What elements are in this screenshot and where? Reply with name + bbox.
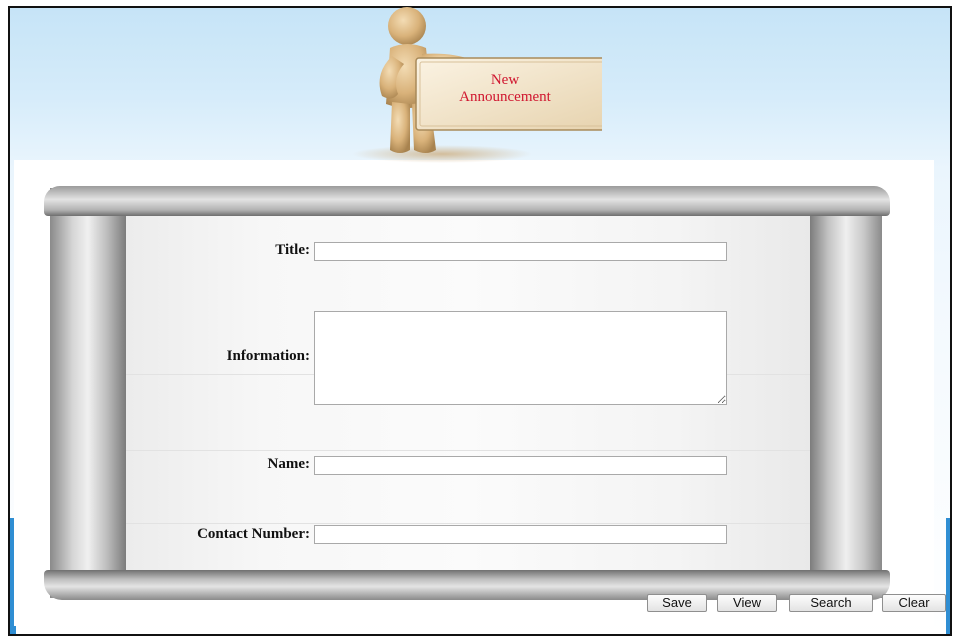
search-button[interactable]: Search: [789, 594, 873, 612]
name-input[interactable]: [314, 456, 727, 475]
whiteboard-left-post: [50, 188, 126, 598]
contact-number-label: Contact Number:: [197, 526, 310, 542]
figure-head: [388, 7, 426, 45]
view-button[interactable]: View: [717, 594, 777, 612]
information-label: Information:: [226, 348, 310, 364]
title-label: Title:: [275, 242, 310, 258]
board-divider: [126, 523, 810, 524]
clear-button[interactable]: Clear: [882, 594, 946, 612]
ground-shadow: [352, 145, 532, 163]
right-accent-strip: [946, 518, 950, 634]
information-textarea[interactable]: [314, 311, 727, 405]
save-button[interactable]: Save: [647, 594, 707, 612]
sign-text: New Announcement: [418, 72, 592, 106]
name-label: Name:: [267, 456, 310, 472]
contact-number-input[interactable]: [314, 525, 727, 544]
sign-line-new: New: [490, 72, 520, 88]
whiteboard-top-rail: [44, 186, 890, 216]
figure-leg-left: [390, 102, 410, 153]
title-input[interactable]: [314, 242, 727, 261]
whiteboard-right-post: [810, 188, 882, 598]
sign-line-announcement: Announcement: [459, 89, 551, 105]
board-divider: [126, 450, 810, 451]
